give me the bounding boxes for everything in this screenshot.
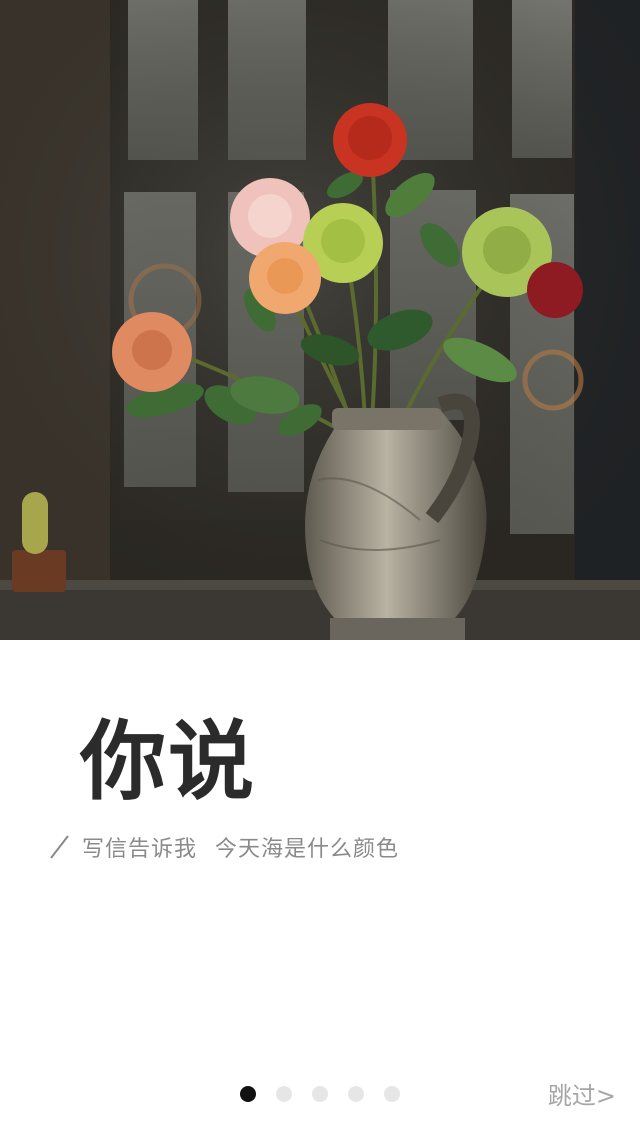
page-dot-4[interactable]	[348, 1086, 364, 1102]
subtitle-row: 写信告诉我 今天海是什么颜色	[48, 830, 399, 864]
vase	[305, 393, 487, 640]
pagination-dots	[240, 1086, 400, 1102]
hero-image	[0, 0, 640, 640]
skip-button[interactable]: 跳过>	[548, 1076, 616, 1111]
subtitle-part2: 今天海是什么颜色	[215, 837, 400, 862]
slash-decoration-icon	[50, 835, 69, 859]
page-dot-1[interactable]	[240, 1086, 256, 1102]
page-dot-2[interactable]	[276, 1086, 292, 1102]
page-dot-5[interactable]	[384, 1086, 400, 1102]
subtitle-part1: 写信告诉我	[82, 837, 198, 862]
page-title: 你说	[80, 711, 256, 812]
page-dot-3[interactable]	[312, 1086, 328, 1102]
